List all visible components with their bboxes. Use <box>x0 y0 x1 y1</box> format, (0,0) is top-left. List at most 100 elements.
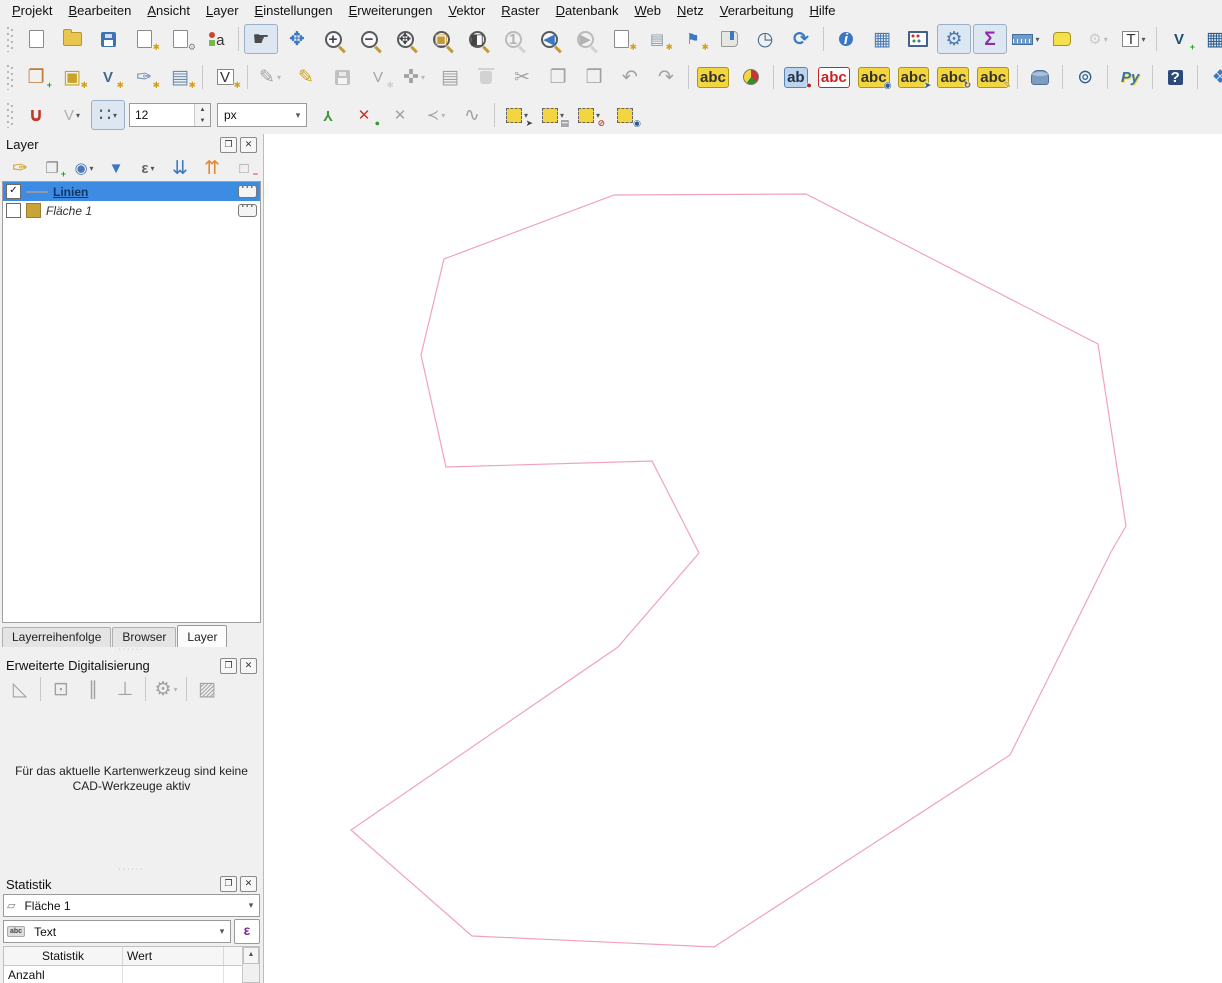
manage-visibility-icon[interactable]: ◉▾ <box>69 155 99 181</box>
add-group-icon[interactable]: ❐+ <box>37 155 67 181</box>
menu-datenbank[interactable]: Datenbank <box>548 2 627 19</box>
menu-erweiterungen[interactable]: Erweiterungen <box>341 2 441 19</box>
redo-icon[interactable]: ↷ <box>649 62 683 92</box>
layer-row-flaeche1[interactable]: Fläche 1 <box>3 201 260 220</box>
stats-panel-float-icon[interactable]: ❐ <box>220 876 237 892</box>
save-layer-edits-icon[interactable] <box>325 62 359 92</box>
cad-construction-icon[interactable]: ◺ <box>5 676 35 702</box>
layer-label-flaeche1[interactable]: Fläche 1 <box>46 204 233 218</box>
style-manager-icon[interactable]: a <box>199 24 233 54</box>
stats-field-combo[interactable]: abc Text ▾ <box>3 920 231 943</box>
menu-einstellungen[interactable]: Einstellungen <box>247 2 341 19</box>
new-geopackage-layer-icon[interactable]: ▣✱ <box>55 62 89 92</box>
open-layer-styling-icon[interactable]: ✑ <box>5 155 35 181</box>
menu-vektor[interactable]: Vektor <box>440 2 493 19</box>
avoid-overlap-icon[interactable]: ✕ <box>383 100 417 130</box>
snapping-tolerance[interactable]: 12▲▼ <box>129 103 211 127</box>
copy-features-icon[interactable]: ❐ <box>541 62 575 92</box>
metasearch-icon[interactable]: ⊚ <box>1068 62 1102 92</box>
show-layout-manager-icon[interactable]: ⚙ <box>163 24 197 54</box>
layer-panel-close-icon[interactable]: ✕ <box>240 137 257 153</box>
show-spatial-bookmarks-icon[interactable] <box>712 24 746 54</box>
select-by-location-icon[interactable]: ◉ <box>608 100 642 130</box>
layer-labeling-options-icon[interactable]: abc <box>694 62 732 92</box>
new-spatial-bookmark-icon[interactable]: ⚑✱ <box>676 24 710 54</box>
change-label-icon[interactable]: abc✎ <box>974 62 1012 92</box>
select-features-icon[interactable]: ➤▾ <box>500 100 534 130</box>
open-project-icon[interactable] <box>55 24 89 54</box>
menu-projekt[interactable]: Projekt <box>4 2 60 19</box>
tab-layer[interactable]: Layer <box>177 625 227 647</box>
remove-layer-icon[interactable]: □− <box>229 155 259 181</box>
enable-snapping-icon[interactable]: ∪ <box>19 100 53 130</box>
new-print-layout-icon[interactable]: ✱ <box>127 24 161 54</box>
layer-checkbox-linien[interactable]: ✓ <box>6 184 21 199</box>
save-project-icon[interactable] <box>91 24 125 54</box>
zoom-out-icon[interactable]: − <box>352 24 386 54</box>
python-console-icon[interactable]: Py <box>1113 62 1147 92</box>
show-hide-labels-icon[interactable]: abc◉ <box>855 62 893 92</box>
processing-toolbox-icon[interactable]: ⚙ <box>937 24 971 54</box>
pin-labels-icon[interactable]: ab● <box>779 62 813 92</box>
vertex-tool-icon[interactable]: ✜▾ <box>397 62 431 92</box>
move-label-icon[interactable]: abc➤ <box>895 62 933 92</box>
zoom-native-icon[interactable]: 1 <box>496 24 530 54</box>
snapping-tolerance-up-icon[interactable]: ▲ <box>195 104 210 115</box>
memory-layer-indicator-icon[interactable] <box>238 204 257 217</box>
layer-label-linien[interactable]: Linien <box>53 185 233 199</box>
select-features-by-value-icon[interactable]: ▤▾ <box>536 100 570 130</box>
cad-guides-icon[interactable]: ▨ <box>192 676 222 702</box>
cad-perpendicular-icon[interactable]: ⊥ <box>110 676 140 702</box>
tab-browser[interactable]: Browser <box>112 627 176 647</box>
open-attribute-table-icon[interactable]: ▦ <box>865 24 899 54</box>
layer-panel-float-icon[interactable]: ❐ <box>220 137 237 153</box>
zoom-to-layer-icon[interactable]: ◧ <box>460 24 494 54</box>
menu-bearbeiten[interactable]: Bearbeiten <box>60 2 139 19</box>
stats-panel-close-icon[interactable]: ✕ <box>240 876 257 892</box>
menu-netz[interactable]: Netz <box>669 2 712 19</box>
zoom-full-icon[interactable]: ✥ <box>388 24 422 54</box>
temporal-controller-icon[interactable]: ◷ <box>748 24 782 54</box>
self-snapping-icon[interactable]: ≺▾ <box>419 100 453 130</box>
cad-parallel-icon[interactable]: ∥ <box>78 676 108 702</box>
layer-checkbox-flaeche1[interactable] <box>6 203 21 218</box>
menu-raster[interactable]: Raster <box>493 2 547 19</box>
panel-splitter[interactable] <box>0 867 263 875</box>
toolbar-drag-handle[interactable] <box>6 26 14 52</box>
map-canvas[interactable] <box>264 134 1222 983</box>
new-virtual-layer-icon[interactable]: ▤✱ <box>163 62 197 92</box>
data-source-manager-icon[interactable]: ❐+ <box>19 62 53 92</box>
topological-editing-icon[interactable]: Y <box>311 100 345 130</box>
stats-layer-combo[interactable]: ▱ Fläche 1 ▾ <box>3 894 260 917</box>
collapse-all-icon[interactable]: ⇈ <box>197 155 227 181</box>
new-3d-map-view-icon[interactable]: ▤✱ <box>640 24 674 54</box>
undo-icon[interactable]: ↶ <box>613 62 647 92</box>
menu-web[interactable]: Web <box>626 2 669 19</box>
new-raster-layer-icon[interactable]: ▦+ <box>1198 24 1222 54</box>
chevron-down-icon[interactable]: ▾ <box>421 73 425 82</box>
chevron-down-icon[interactable]: ▾ <box>277 73 281 82</box>
chevron-down-icon[interactable]: ▾ <box>1104 35 1108 44</box>
chevron-down-icon[interactable]: ▾ <box>76 111 80 120</box>
deselect-features-icon[interactable]: ⊘▾ <box>572 100 606 130</box>
chevron-down-icon[interactable]: ▾ <box>174 685 178 694</box>
cut-features-icon[interactable]: ✂ <box>505 62 539 92</box>
chevron-down-icon[interactable]: ▾ <box>1035 35 1039 44</box>
snapping-tolerance-value[interactable]: 12 <box>130 104 194 126</box>
cad-panel-float-icon[interactable]: ❐ <box>220 658 237 674</box>
zoom-next-icon[interactable]: ▶ <box>568 24 602 54</box>
refresh-map-icon[interactable]: ⟳ <box>784 24 818 54</box>
snapping-unit[interactable]: px▾ <box>217 103 307 127</box>
measure-tool-icon[interactable]: ▾ <box>1009 24 1043 54</box>
new-project-icon[interactable] <box>19 24 53 54</box>
expression-epsilon-button[interactable]: ε <box>234 919 260 944</box>
delete-selected-icon[interactable] <box>469 62 503 92</box>
plugin-tool-icon[interactable]: ❖ <box>1203 62 1222 92</box>
snapping-type-icon[interactable]: ∷▾ <box>91 100 125 130</box>
chevron-down-icon[interactable]: ▾ <box>151 164 155 173</box>
new-map-view-icon[interactable]: ✱ <box>604 24 638 54</box>
snapping-mode-icon[interactable]: V▾ <box>55 100 89 130</box>
toolbar-drag-handle[interactable] <box>6 64 14 90</box>
menu-verarbeitung[interactable]: Verarbeitung <box>712 2 802 19</box>
layer-row-linien[interactable]: ✓ Linien <box>3 182 260 201</box>
